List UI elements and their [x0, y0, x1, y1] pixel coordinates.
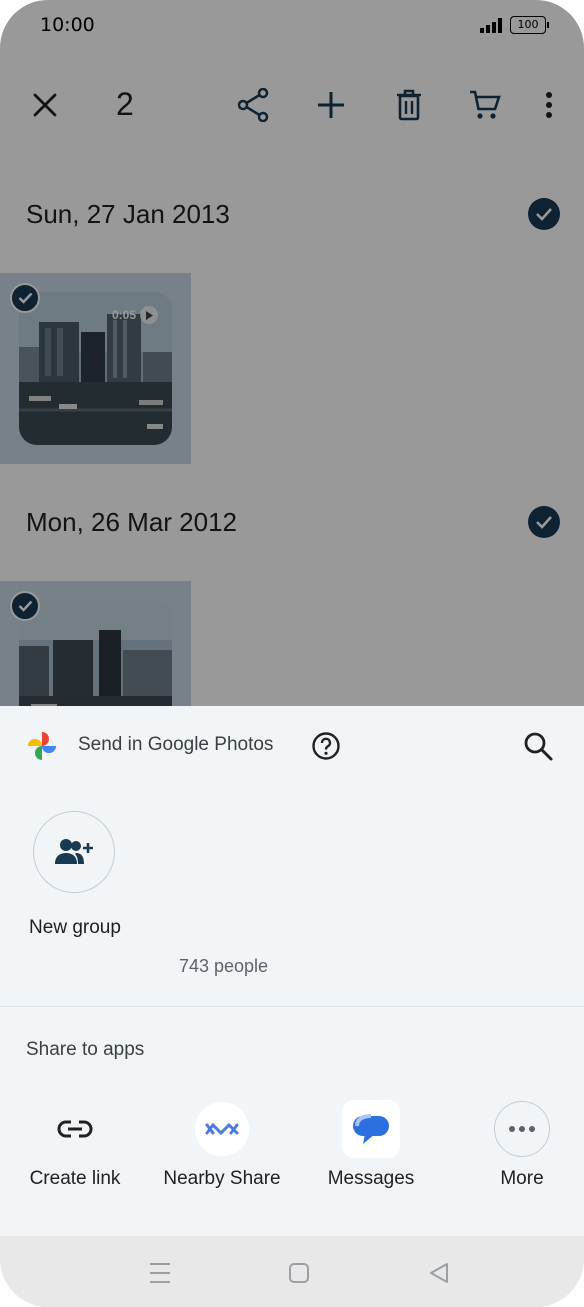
menu-nav-icon[interactable]	[145, 1258, 175, 1288]
more-horiz-icon	[493, 1100, 551, 1158]
new-group-label: New group	[29, 917, 121, 938]
help-icon[interactable]	[311, 731, 341, 761]
more-apps-button[interactable]: More	[447, 1098, 584, 1198]
back-nav-icon[interactable]	[424, 1258, 454, 1288]
search-icon[interactable]	[522, 730, 554, 762]
app-label: Create link	[29, 1168, 121, 1189]
app-label: Messages	[327, 1168, 415, 1189]
messages-button[interactable]: Messages	[296, 1098, 446, 1198]
nearby-share-button[interactable]: Nearby Share	[147, 1098, 297, 1198]
new-group-button[interactable]	[33, 811, 115, 893]
divider	[0, 1006, 584, 1007]
sheet-header: Send in Google Photos	[0, 706, 584, 786]
app-label: Nearby Share	[163, 1168, 281, 1189]
link-icon	[46, 1100, 104, 1158]
create-link-button[interactable]: Create link	[0, 1098, 150, 1198]
share-to-apps-title: Share to apps	[26, 1039, 145, 1060]
google-photos-logo-icon	[28, 732, 56, 760]
people-count[interactable]: 743 people	[0, 956, 447, 977]
sheet-title: Send in Google Photos	[78, 734, 274, 755]
share-sheet: Send in Google Photos New group 743 peop…	[0, 706, 584, 1236]
modal-scrim[interactable]	[0, 0, 584, 706]
nearby-share-icon	[193, 1100, 251, 1158]
system-nav-bar	[0, 1236, 584, 1307]
phone-screen: 10:00 100 2 Sun, 27 Jan 2013 0:05 Mon, 2…	[0, 0, 584, 1307]
messages-icon	[342, 1100, 400, 1158]
home-nav-icon[interactable]	[284, 1258, 314, 1288]
app-label: More	[500, 1168, 544, 1189]
add-group-icon	[55, 839, 93, 864]
